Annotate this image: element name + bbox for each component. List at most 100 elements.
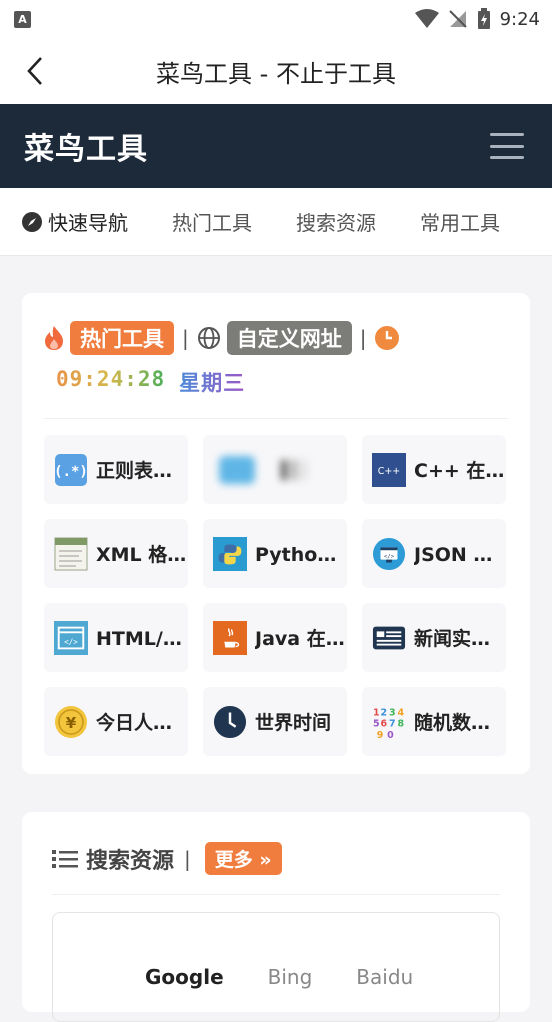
status-icons: 9:24 xyxy=(414,0,540,38)
divider xyxy=(52,894,500,895)
separator: | xyxy=(359,326,367,350)
tab-label: 常用工具 xyxy=(420,211,500,235)
tool-item-random[interactable]: 1234 5678 90 随机数生成器 xyxy=(362,687,506,756)
globe-icon xyxy=(197,327,220,349)
back-button[interactable] xyxy=(20,54,50,88)
svg-text:6: 6 xyxy=(381,718,388,729)
yuan-icon: ¥ xyxy=(54,704,88,740)
svg-text:9: 9 xyxy=(377,730,384,740)
tool-label: HTML/JS 在线工具 xyxy=(96,628,188,650)
xml-icon xyxy=(54,536,88,572)
menu-line xyxy=(490,156,524,159)
tool-label: Java 在线工具 xyxy=(255,628,347,650)
tab-search-resources[interactable]: 搜索资源 xyxy=(296,207,376,236)
tool-item-news[interactable]: 新闻实时热点 xyxy=(362,603,506,672)
svg-text:8: 8 xyxy=(398,718,405,729)
tab-label: 搜索资源 xyxy=(296,211,376,235)
fire-icon xyxy=(45,326,63,350)
java-icon xyxy=(213,620,247,656)
hot-tools-badge[interactable]: 热门工具 xyxy=(70,321,174,355)
python-icon xyxy=(213,536,247,572)
json-icon: </> xyxy=(372,536,406,572)
tab-common-tools[interactable]: 常用工具 xyxy=(420,207,500,236)
custom-url-badge[interactable]: 自定义网址 xyxy=(226,321,352,355)
tab-quick-nav[interactable]: 快速导航 xyxy=(22,207,128,236)
news-icon xyxy=(372,620,406,656)
tool-label: JSON 在线解析 xyxy=(414,544,506,566)
tab-label: 快速导航 xyxy=(48,211,128,235)
tool-item-regex[interactable]: (.*) 正则表达式在线测试 xyxy=(44,435,188,504)
menu-button[interactable] xyxy=(490,133,524,159)
tool-item-json[interactable]: </> JSON 在线解析 xyxy=(362,519,506,588)
current-weekday: 星期三 xyxy=(179,367,245,397)
separator: | xyxy=(182,326,189,350)
svg-text:(.*): (.*) xyxy=(55,464,87,480)
tool-label: 新闻实时热点 xyxy=(414,628,506,650)
tool-item-python[interactable]: Python 在线工具 xyxy=(203,519,347,588)
search-resources-card: 搜索资源 | 更多 » Google Bing Baidu xyxy=(22,812,530,1022)
cpp-icon: C++ xyxy=(372,452,406,488)
search-engine-tabs: Google Bing Baidu xyxy=(145,965,413,989)
tab-hot-tools[interactable]: 热门工具 xyxy=(172,207,252,236)
section-tabs: 快速导航 热门工具 搜索资源 常用工具 xyxy=(0,188,552,256)
tab-label: 热门工具 xyxy=(172,211,252,235)
tool-label: 世界时间 xyxy=(255,712,332,734)
tools-grid: (.*) 正则表达式在线测试 C++ C++ 在线工具 XML 格式化 Pyth… xyxy=(44,435,506,756)
more-button[interactable]: 更多 » xyxy=(204,842,282,875)
clock-icon xyxy=(374,326,399,350)
search-engine-box: Google Bing Baidu xyxy=(52,912,500,1022)
app-bar: 菜鸟工具 - 不止于工具 xyxy=(0,38,552,104)
engine-tab-google[interactable]: Google xyxy=(145,965,224,989)
current-time: 09:24:28 xyxy=(56,367,165,397)
battery-charging-icon xyxy=(477,8,490,29)
svg-text:</>: </> xyxy=(384,553,395,559)
svg-text:5: 5 xyxy=(373,718,380,729)
tool-label: 正则表达式在线测试 xyxy=(96,460,188,482)
tool-item-html[interactable]: </> HTML/JS 在线工具 xyxy=(44,603,188,672)
hot-tools-header: 热门工具 | 自定义网址 | xyxy=(44,321,399,355)
svg-text:3: 3 xyxy=(389,707,396,718)
tool-label: Python 在线工具 xyxy=(255,544,347,566)
list-icon xyxy=(52,849,78,868)
tool-item-cpp[interactable]: C++ C++ 在线工具 xyxy=(362,435,506,504)
svg-text:C++: C++ xyxy=(378,465,400,476)
svg-text:</>: </> xyxy=(64,637,78,646)
tool-item-world-time[interactable]: 世界时间 xyxy=(203,687,347,756)
tool-label: C++ 在线工具 xyxy=(414,460,506,482)
current-time-row: 09:24:28 星期三 xyxy=(56,367,245,397)
svg-text:2: 2 xyxy=(381,707,388,718)
svg-text:7: 7 xyxy=(389,718,396,729)
regex-icon: (.*) xyxy=(54,452,88,488)
divider xyxy=(44,418,508,419)
menu-line xyxy=(490,133,524,136)
search-resources-header: 搜索资源 | 更多 » xyxy=(52,842,282,875)
svg-text:1: 1 xyxy=(373,707,380,718)
status-bar: A 9:24 xyxy=(0,0,552,38)
separator: | xyxy=(184,846,191,871)
tool-item-blurred[interactable] xyxy=(203,435,347,504)
menu-line xyxy=(490,144,524,148)
app-bar-title: 菜鸟工具 - 不止于工具 xyxy=(156,59,396,88)
search-resources-title: 搜索资源 xyxy=(86,848,175,874)
html-icon: </> xyxy=(54,620,88,656)
tool-label: 今日人民币汇率 xyxy=(96,712,188,734)
wifi-icon xyxy=(414,9,439,28)
svg-text:¥: ¥ xyxy=(66,714,77,732)
random-numbers-icon: 1234 5678 90 xyxy=(372,704,406,740)
blurred-icon xyxy=(219,452,309,488)
svg-text:0: 0 xyxy=(387,730,394,740)
tool-label: XML 格式化 xyxy=(96,544,188,566)
chevron-left-icon xyxy=(27,57,42,85)
engine-tab-baidu[interactable]: Baidu xyxy=(356,965,413,989)
tool-item-rmb[interactable]: ¥ 今日人民币汇率 xyxy=(44,687,188,756)
hot-tools-card: 热门工具 | 自定义网址 | 09:24:28 星期三 (.*) 正则表达式在线… xyxy=(22,293,530,774)
svg-text:4: 4 xyxy=(398,707,405,718)
tool-item-java[interactable]: Java 在线工具 xyxy=(203,603,347,672)
clock-icon xyxy=(213,704,247,740)
engine-tab-bing[interactable]: Bing xyxy=(268,965,313,989)
no-signal-icon xyxy=(448,10,467,28)
status-time: 9:24 xyxy=(499,8,540,30)
tool-item-xml[interactable]: XML 格式化 xyxy=(44,519,188,588)
site-logo-text[interactable]: 菜鸟工具 xyxy=(24,124,148,168)
tool-label: 随机数生成器 xyxy=(414,712,506,734)
